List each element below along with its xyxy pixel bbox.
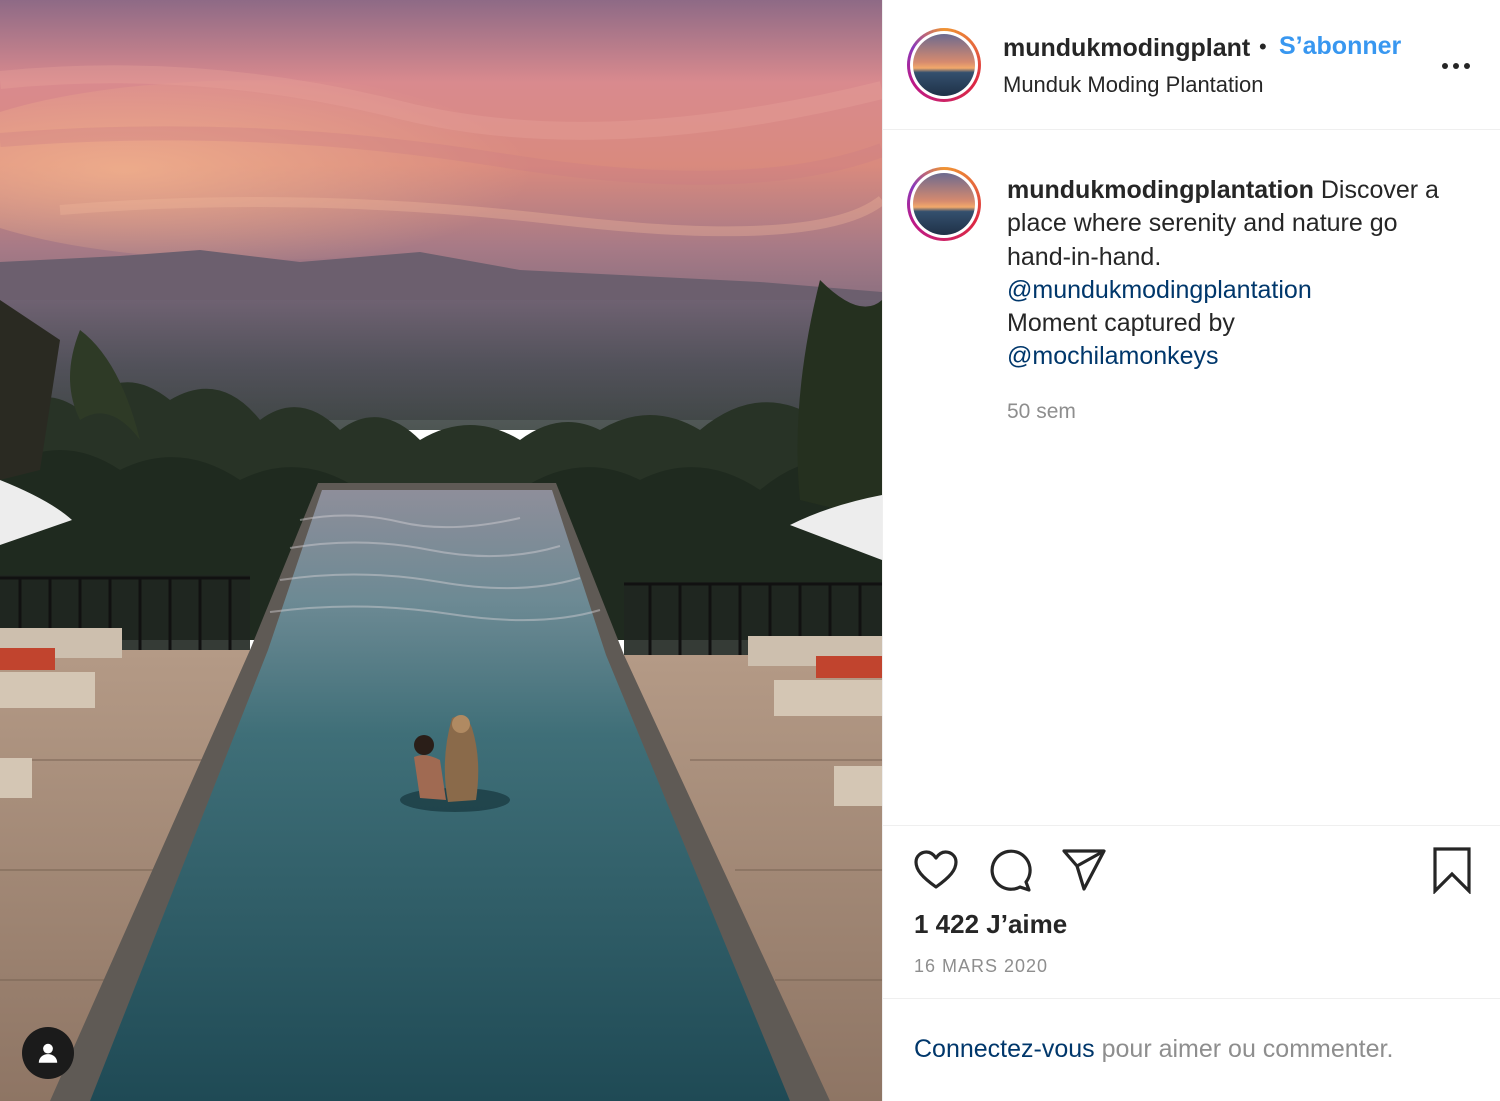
more-options-button[interactable] xyxy=(1439,50,1473,80)
separator-dot: • xyxy=(1259,34,1267,59)
caption-credit-text: Moment captured by xyxy=(1007,309,1235,338)
login-prompt: Connectez-vous pour aimer ou commenter. xyxy=(914,1035,1393,1064)
infinity-pool-sunset-image xyxy=(0,0,882,1101)
divider xyxy=(883,825,1500,826)
avatar[interactable] xyxy=(907,28,981,102)
header-username[interactable]: mundukmodingplantation xyxy=(1003,34,1251,63)
caption-username[interactable]: mundukmodingplantation xyxy=(1007,176,1314,204)
heart-icon xyxy=(914,850,958,889)
avatar-image xyxy=(913,34,975,96)
caption-avatar-image xyxy=(913,173,975,235)
comment-icon xyxy=(990,849,1032,892)
login-link[interactable]: Connectez-vous xyxy=(914,1035,1095,1063)
bookmark-icon xyxy=(1433,847,1471,895)
more-options-icon xyxy=(1442,63,1470,69)
location-link[interactable]: Munduk Moding Plantation xyxy=(1003,72,1264,98)
like-count[interactable]: 1 422 J’aime xyxy=(914,909,1067,940)
post-photo[interactable] xyxy=(0,0,882,1101)
caption-timestamp[interactable]: 50 sem xyxy=(1007,400,1076,424)
post-details-panel: mundukmodingplantation • S’abonner Mundu… xyxy=(882,0,1500,1101)
share-icon xyxy=(1062,849,1106,891)
comment-button[interactable] xyxy=(986,846,1034,894)
login-prompt-text: pour aimer ou commenter. xyxy=(1094,1035,1394,1063)
instagram-post: mundukmodingplantation • S’abonner Mundu… xyxy=(0,0,1500,1101)
post-header: mundukmodingplantation • S’abonner Mundu… xyxy=(883,0,1500,130)
caption-avatar[interactable] xyxy=(907,167,981,241)
post-caption: mundukmodingplantation Discover a place … xyxy=(1007,174,1467,374)
share-button[interactable] xyxy=(1060,846,1108,894)
divider xyxy=(883,998,1500,999)
save-button[interactable] xyxy=(1428,846,1476,895)
caption-mention-account[interactable]: @mundukmodingplantation xyxy=(1007,274,1467,307)
follow-button[interactable]: S’abonner xyxy=(1279,32,1401,61)
like-button[interactable] xyxy=(912,846,960,894)
tagged-users-button[interactable] xyxy=(22,1027,74,1079)
caption-mention-photographer[interactable]: @mochilamonkeys xyxy=(1007,340,1467,373)
user-icon xyxy=(38,1043,58,1063)
post-date[interactable]: 16 MARS 2020 xyxy=(914,956,1048,977)
